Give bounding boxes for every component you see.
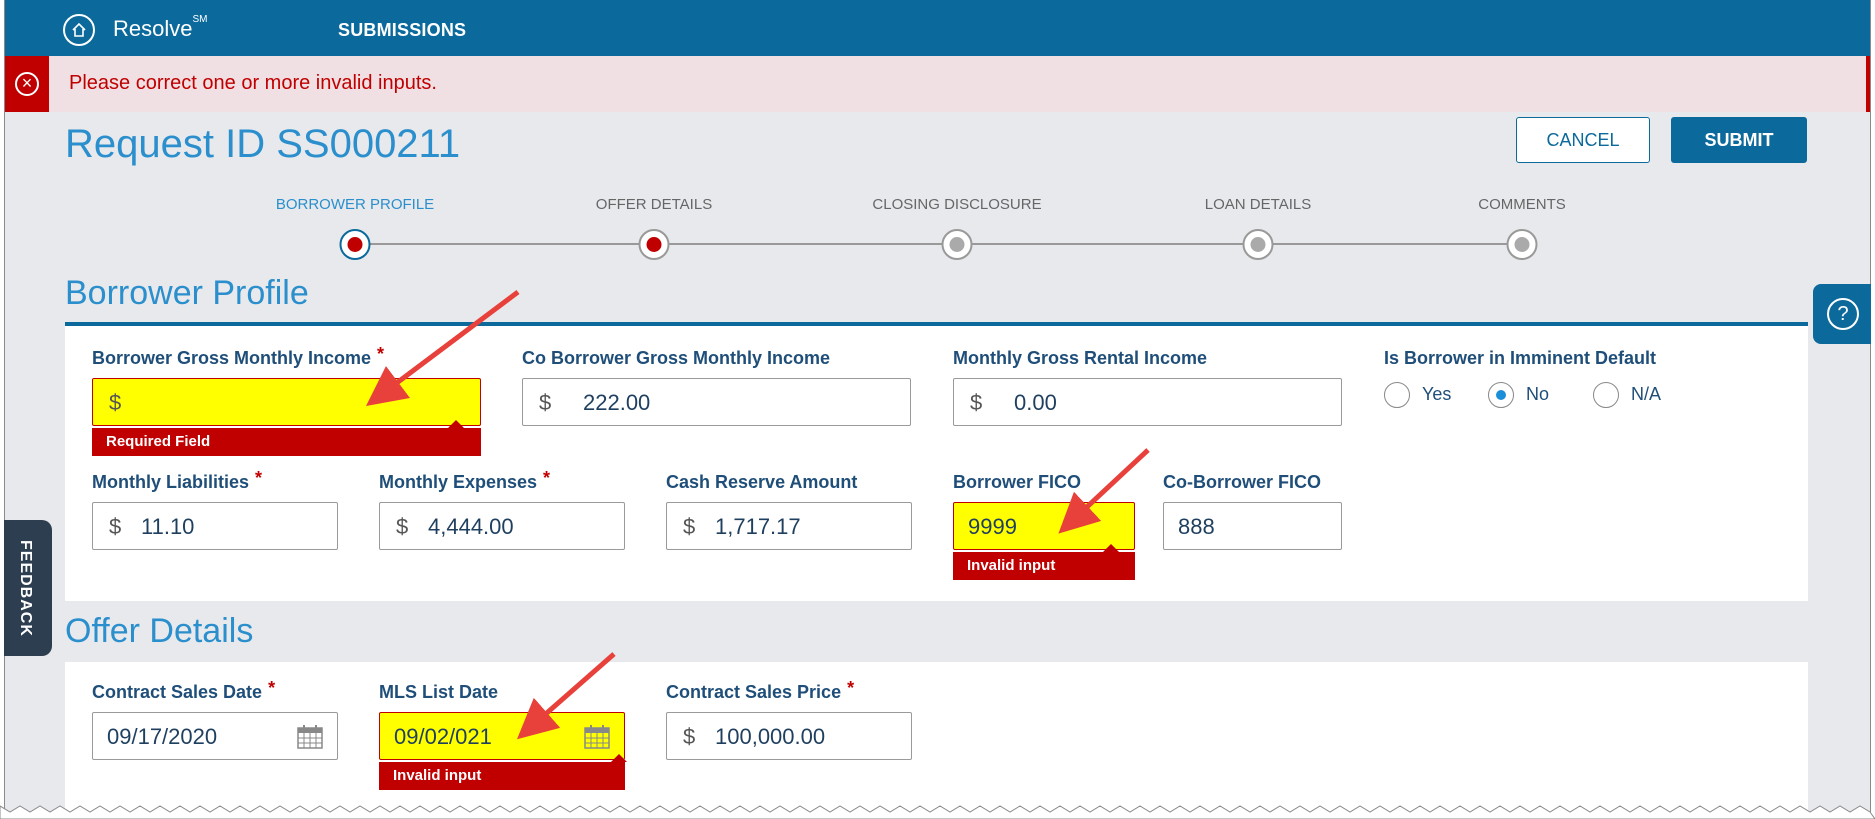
rental-income-value: 0.00 (1014, 390, 1057, 415)
mls-list-date-input[interactable]: 09/02/021 (379, 712, 625, 760)
contract-sales-date-value: 09/17/2020 (107, 724, 218, 749)
expenses-value: 4,444.00 (428, 514, 514, 539)
radio-na-label: N/A (1631, 384, 1662, 404)
currency-symbol: $ (539, 390, 552, 415)
step-label-comments[interactable]: COMMENTS (1478, 196, 1566, 213)
offer-details-heading: Offer Details (65, 612, 254, 650)
contract-sales-price-label: Contract Sales Price * (666, 678, 855, 702)
radio-yes-label: Yes (1422, 384, 1452, 404)
radio-na[interactable] (1593, 382, 1619, 408)
required-asterisk: * (268, 678, 276, 698)
submit-button[interactable]: SUBMIT (1671, 117, 1807, 163)
error-notch (611, 754, 627, 762)
co-gross-income-label: Co Borrower Gross Monthly Income (522, 348, 831, 368)
currency-symbol: $ (970, 390, 983, 415)
required-asterisk: * (543, 468, 551, 488)
borrower-fico-label: Borrower FICO (953, 472, 1082, 492)
co-borrower-fico-value: 888 (1178, 514, 1215, 539)
step-label-loan-details[interactable]: LOAN DETAILS (1205, 196, 1311, 213)
mls-list-date-label: MLS List Date (379, 682, 499, 702)
error-notch (1103, 544, 1119, 552)
cancel-button[interactable]: CANCEL (1516, 117, 1650, 163)
alert-message: Please correct one or more invalid input… (69, 72, 437, 94)
gross-income-label: Borrower Gross Monthly Income * (92, 344, 385, 368)
step-dot-borrower-profile[interactable] (339, 229, 371, 260)
gross-income-error: Required Field (92, 428, 481, 456)
mls-list-date-error: Invalid input (379, 762, 625, 790)
error-notch (448, 420, 464, 428)
co-borrower-fico-input[interactable]: 888 (1163, 502, 1342, 550)
step-label-borrower-profile[interactable]: BORROWER PROFILE (276, 196, 434, 213)
calendar-icon[interactable] (297, 725, 323, 749)
top-navigation-bar: ResolveSM SUBMISSIONS (5, 0, 1870, 56)
currency-symbol: $ (396, 514, 409, 539)
currency-symbol: $ (109, 514, 122, 539)
resolve-logo-icon[interactable] (63, 14, 95, 46)
liabilities-input[interactable]: $ 11.10 (92, 502, 338, 550)
currency-symbol: $ (683, 514, 696, 539)
app-window: ResolveSM SUBMISSIONS × Please correct o… (4, 0, 1871, 812)
contract-sales-price-input[interactable]: $ 100,000.00 (666, 712, 912, 760)
gross-income-input[interactable]: $ (92, 378, 481, 426)
question-icon: ? (1827, 298, 1859, 330)
expenses-label: Monthly Expenses * (379, 468, 551, 492)
step-label-offer-details[interactable]: OFFER DETAILS (596, 196, 712, 213)
rental-income-input[interactable]: $ 0.00 (953, 378, 1342, 426)
step-dot-closing-disclosure[interactable] (941, 229, 973, 260)
brand-name[interactable]: ResolveSM (113, 14, 208, 42)
co-gross-income-input[interactable]: $ 222.00 (522, 378, 911, 426)
calendar-icon[interactable] (584, 725, 610, 749)
rental-income-label: Monthly Gross Rental Income (953, 348, 1208, 368)
currency-symbol: $ (683, 724, 696, 749)
alert-icon-box: × (5, 56, 49, 112)
co-borrower-fico-label: Co-Borrower FICO (1163, 472, 1322, 492)
borrower-profile-heading: Borrower Profile (65, 274, 309, 312)
step-dot-loan-details[interactable] (1242, 229, 1274, 260)
help-button[interactable]: ? (1813, 284, 1871, 344)
required-asterisk: * (377, 344, 385, 364)
borrower-fico-input[interactable]: 9999 (953, 502, 1135, 550)
cash-reserve-input[interactable]: $ 1,717.17 (666, 502, 912, 550)
contract-sales-date-label: Contract Sales Date * (92, 678, 276, 702)
contract-sales-price-value: 100,000.00 (715, 724, 826, 749)
mls-list-date-value: 09/02/021 (394, 724, 492, 749)
cash-reserve-label: Cash Reserve Amount (666, 472, 858, 492)
contract-sales-date-input[interactable]: 09/17/2020 (92, 712, 338, 760)
service-mark: SM (192, 14, 208, 25)
step-dot-comments[interactable] (1506, 229, 1538, 260)
step-dot-offer-details[interactable] (638, 229, 670, 260)
radio-no[interactable] (1488, 382, 1514, 408)
cash-reserve-value: 1,717.17 (715, 514, 801, 539)
radio-yes[interactable] (1384, 382, 1410, 408)
feedback-tab[interactable]: FEEDBACK (4, 520, 52, 656)
liabilities-label: Monthly Liabilities * (92, 468, 263, 492)
nav-submissions[interactable]: SUBMISSIONS (338, 20, 466, 41)
required-asterisk: * (847, 678, 855, 698)
co-gross-income-value: 222.00 (583, 390, 651, 415)
step-label-closing-disclosure[interactable]: CLOSING DISCLOSURE (872, 196, 1041, 213)
radio-no-label: No (1526, 384, 1550, 404)
close-circle-icon[interactable]: × (15, 72, 39, 96)
liabilities-value: 11.10 (141, 514, 195, 539)
currency-symbol: $ (109, 390, 122, 415)
borrower-fico-error: Invalid input (953, 552, 1135, 580)
borrower-fico-value: 9999 (968, 514, 1017, 539)
expenses-input[interactable]: $ 4,444.00 (379, 502, 625, 550)
torn-edge (0, 805, 1875, 819)
page-title: Request ID SS000211 (65, 122, 461, 166)
required-asterisk: * (255, 468, 263, 488)
error-alert-banner: × Please correct one or more invalid inp… (5, 56, 1870, 112)
feedback-label: FEEDBACK (17, 540, 34, 637)
imminent-default-label: Is Borrower in Imminent Default (1384, 348, 1657, 368)
